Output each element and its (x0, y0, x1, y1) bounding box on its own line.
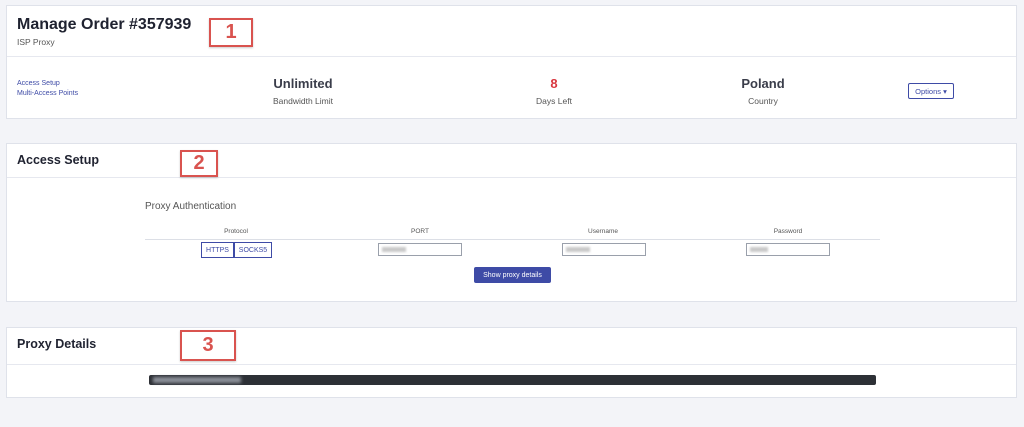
bandwidth-label: Bandwidth Limit (272, 96, 333, 106)
proxy-details-card: Proxy Details 3 (6, 327, 1017, 398)
protocol-column-header: Protocol (224, 228, 248, 235)
proxy-details-header (7, 328, 1016, 365)
bandwidth-value: Unlimited (273, 76, 333, 91)
access-setup-link[interactable]: Access Setup (17, 80, 60, 87)
country-label: Country (748, 96, 778, 106)
table-divider (145, 239, 880, 240)
annotation-marker-1: 1 (209, 18, 253, 47)
days-left-label: Days Left (536, 96, 572, 106)
multi-access-points-link[interactable]: Multi-Access Points (17, 90, 78, 97)
port-column-header: PORT (411, 228, 429, 235)
username-redacted-value (566, 247, 590, 252)
password-redacted-value (750, 247, 768, 252)
proxy-authentication-label: Proxy Authentication (145, 201, 237, 212)
proxy-details-output (149, 375, 876, 385)
days-left-value: 8 (550, 76, 558, 91)
proxy-details-redacted-text (153, 377, 241, 383)
order-subtitle: ISP Proxy (17, 37, 55, 47)
page-title: Manage Order #357939 (17, 16, 192, 33)
socks5-protocol-button[interactable]: SOCKS5 (234, 242, 272, 258)
proxy-details-title: Proxy Details (17, 337, 97, 351)
options-dropdown-button[interactable]: Options ▾ (908, 83, 954, 99)
access-setup-header (7, 144, 1016, 178)
username-field[interactable] (562, 243, 646, 256)
access-setup-title: Access Setup (17, 153, 99, 167)
password-field[interactable] (746, 243, 830, 256)
annotation-marker-2: 2 (180, 150, 218, 177)
days-left-stat: 8 Days Left (484, 76, 624, 106)
bandwidth-stat: Unlimited Bandwidth Limit (233, 76, 373, 106)
annotation-marker-3: 3 (180, 330, 236, 361)
country-value: Poland (741, 76, 785, 91)
username-column-header: Username (588, 228, 618, 235)
country-stat: Poland Country (693, 76, 833, 106)
show-proxy-details-button[interactable]: Show proxy details (474, 267, 551, 283)
access-setup-card: Access Setup 2 Proxy Authentication Prot… (6, 143, 1017, 302)
password-column-header: Password (773, 228, 803, 235)
port-redacted-value (382, 247, 406, 252)
order-card: Manage Order #357939 ISP Proxy 1 Access … (6, 5, 1017, 119)
https-protocol-button[interactable]: HTTPS (201, 242, 234, 258)
port-field[interactable] (378, 243, 462, 256)
